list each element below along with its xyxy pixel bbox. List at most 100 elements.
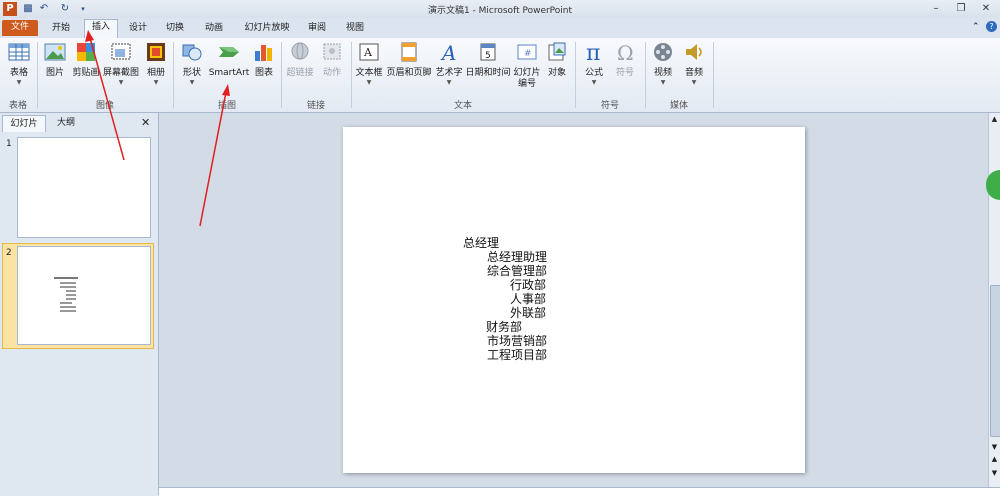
chevron-down-icon: ▼ (16, 79, 22, 86)
tab-view[interactable]: 视图 (340, 21, 370, 38)
hyperlink-button[interactable]: 超链接 (285, 41, 315, 79)
tab-slideshow[interactable]: 幻灯片放映 (238, 21, 296, 38)
table-button[interactable]: 表格 ▼ (3, 41, 35, 86)
smartart-icon (219, 47, 239, 57)
org-line-hr[interactable]: 人事部 (510, 293, 546, 306)
close-icon[interactable]: ✕ (975, 1, 997, 17)
photo-album-icon (147, 43, 165, 61)
screenshot-icon (111, 43, 131, 60)
screenshot-button[interactable]: 屏幕截图 ▼ (102, 41, 140, 86)
table-label: 表格 (9, 68, 28, 78)
equation-label: 公式 (584, 68, 603, 78)
chart-label: 图表 (254, 68, 273, 78)
group-text-label: 文本 (453, 101, 472, 111)
tab-home[interactable]: 开始 (46, 21, 76, 38)
org-line-general-manager[interactable]: 总经理 (463, 237, 499, 250)
scroll-thumb[interactable] (990, 285, 1000, 437)
video-button[interactable]: 视频 ▼ (649, 41, 677, 86)
group-tables-label: 表格 (8, 101, 27, 111)
wordart-icon: A (440, 41, 456, 65)
slide-number-label-1: 幻灯片 (513, 68, 541, 78)
symbol-label: 符号 (615, 68, 634, 78)
tab-review[interactable]: 审阅 (302, 21, 332, 38)
action-icon (323, 43, 341, 60)
chevron-down-icon: ▼ (691, 79, 697, 86)
clipart-button[interactable]: 剪贴画 (70, 41, 102, 79)
chevron-down-icon: ▼ (118, 79, 124, 86)
calendar-icon: 5 (480, 43, 496, 61)
thumb-text-line (54, 277, 78, 279)
group-separator (713, 42, 714, 108)
current-slide[interactable]: 总经理 总经理助理 综合管理部 行政部 人事部 外联部 财务部 市场营销部 工程… (343, 127, 805, 473)
ribbon-tab-row: 文件 开始 插入 设计 切换 动画 幻灯片放映 审阅 视图 ⌃ ? (0, 18, 1000, 39)
org-line-administration[interactable]: 行政部 (510, 279, 546, 292)
thumb-text-line (66, 298, 76, 300)
action-button[interactable]: 动作 (318, 41, 346, 79)
smartart-button[interactable]: SmartArt (208, 41, 250, 79)
org-line-general-admin[interactable]: 综合管理部 (487, 265, 547, 278)
table-icon (8, 43, 30, 61)
svg-text:A: A (440, 41, 456, 63)
shapes-icon (182, 44, 202, 61)
org-line-engineering[interactable]: 工程项目部 (487, 349, 547, 362)
thumb-text-line (66, 294, 76, 296)
tab-slides[interactable]: 幻灯片 (2, 115, 46, 132)
close-pane-icon[interactable]: ✕ (141, 116, 150, 129)
album-button[interactable]: 相册 ▼ (142, 41, 170, 86)
thumb-text-line (60, 310, 76, 312)
svg-text:Ω: Ω (617, 41, 634, 63)
previous-slide-icon[interactable]: ▲ (990, 455, 999, 463)
picture-icon (44, 43, 66, 61)
svg-text:#: # (524, 49, 532, 59)
album-label: 相册 (146, 68, 165, 78)
svg-text:5: 5 (485, 51, 491, 61)
org-line-marketing[interactable]: 市场营销部 (487, 335, 547, 348)
object-label: 对象 (547, 68, 566, 78)
tab-animations[interactable]: 动画 (198, 21, 230, 38)
audio-button[interactable]: 音频 ▼ (680, 41, 708, 86)
speaker-icon (686, 44, 702, 60)
next-slide-icon[interactable]: ▼ (990, 469, 999, 477)
scroll-up-icon[interactable]: ▲ (990, 115, 999, 123)
chevron-down-icon: ▼ (366, 79, 372, 86)
thumb-text-line (60, 306, 76, 308)
slide-number-button[interactable]: # 幻灯片 编号 (512, 41, 542, 90)
omega-icon: Ω (617, 41, 634, 65)
help-icon[interactable]: ? (986, 21, 997, 32)
object-icon (548, 42, 566, 61)
wordart-button[interactable]: A 艺术字 ▼ (434, 41, 464, 86)
group-symbols-label: 符号 (600, 101, 619, 111)
restore-icon[interactable]: ❐ (950, 1, 972, 17)
chart-button[interactable]: 图表 (251, 41, 277, 79)
minimize-ribbon-icon[interactable]: ⌃ (972, 22, 980, 32)
equation-button[interactable]: π 公式 ▼ (580, 41, 608, 86)
slide-number-label-2: 编号 (517, 79, 536, 89)
tab-outline[interactable]: 大纲 (46, 115, 86, 131)
clipart-icon (77, 43, 95, 61)
hyperlink-globe-icon (291, 42, 309, 60)
picture-button[interactable]: 图片 (41, 41, 69, 79)
slide-thumbnail-2[interactable] (17, 246, 151, 345)
chevron-down-icon: ▼ (189, 79, 195, 86)
video-label: 视频 (653, 68, 672, 78)
symbol-button[interactable]: Ω 符号 (611, 41, 639, 79)
header-footer-button[interactable]: 页眉和页脚 (386, 41, 432, 79)
window-title: 演示文稿1 - Microsoft PowerPoint (427, 6, 573, 16)
group-images-label: 图像 (95, 101, 114, 111)
object-button[interactable]: 对象 (544, 41, 570, 79)
org-line-gm-assistant[interactable]: 总经理助理 (487, 251, 547, 264)
scroll-down-icon[interactable]: ▼ (990, 443, 999, 451)
tab-design[interactable]: 设计 (123, 21, 153, 38)
tab-transitions[interactable]: 切换 (160, 21, 190, 38)
shapes-button[interactable]: 形状 ▼ (178, 41, 206, 86)
datetime-button[interactable]: 5 日期和时间 (465, 41, 511, 79)
org-line-external-relations[interactable]: 外联部 (510, 307, 546, 320)
title-bar: P ▩ ↶ ↻ ▾ 演示文稿1 - Microsoft PowerPoint –… (0, 0, 1000, 19)
org-line-finance[interactable]: 财务部 (486, 321, 522, 334)
minimize-icon[interactable]: – (925, 1, 947, 17)
chevron-down-icon: ▼ (153, 79, 159, 86)
textbox-button[interactable]: A 文本框 ▼ (354, 41, 384, 86)
slide-thumbnail-1[interactable] (17, 137, 151, 238)
tab-file[interactable]: 文件 (2, 20, 38, 36)
tab-insert[interactable]: 插入 (84, 19, 118, 39)
